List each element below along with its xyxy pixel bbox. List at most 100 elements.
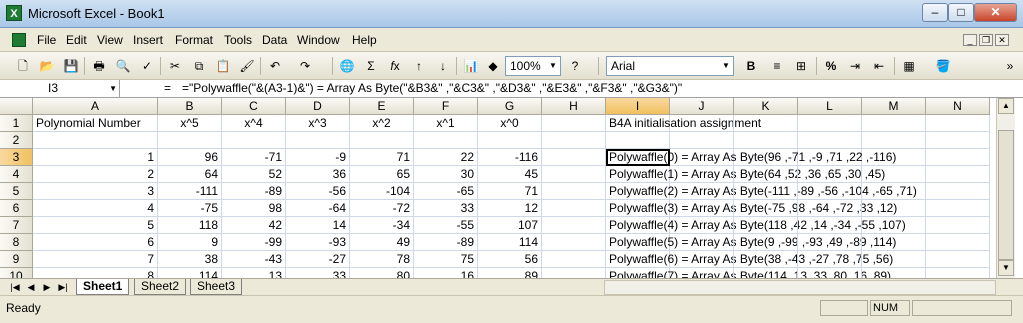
cell-c6[interactable]: 98 — [222, 200, 286, 217]
cell-g1[interactable]: x^0 — [478, 115, 542, 132]
cell-f9[interactable]: 75 — [414, 251, 478, 268]
cell-e9[interactable]: 78 — [350, 251, 414, 268]
save-icon[interactable]: 💾 — [62, 57, 80, 75]
toolbar-options-icon[interactable]: » — [1001, 57, 1019, 75]
cell-n9[interactable] — [926, 251, 990, 268]
cell-f5[interactable]: -65 — [414, 183, 478, 200]
column-header-m[interactable]: M — [862, 98, 926, 115]
cell-a5[interactable]: 3 — [33, 183, 158, 200]
cell-g8[interactable]: 114 — [478, 234, 542, 251]
cell-m7[interactable] — [862, 217, 926, 234]
minimize-button[interactable]: – — [922, 3, 948, 22]
cell-e7[interactable]: -34 — [350, 217, 414, 234]
cell-h1[interactable] — [542, 115, 606, 132]
cell-m6[interactable] — [862, 200, 926, 217]
cell-i9[interactable]: Polywaffle(6) = Array As Byte(38 ,-43 ,-… — [606, 251, 893, 268]
menu-insert[interactable]: Insert — [133, 33, 163, 47]
font-select[interactable]: Arial ▼ — [606, 56, 734, 76]
cell-f4[interactable]: 30 — [414, 166, 478, 183]
scroll-down-icon[interactable]: ▼ — [998, 260, 1014, 276]
cell-e8[interactable]: 49 — [350, 234, 414, 251]
workbook-icon[interactable] — [12, 33, 26, 47]
cell-g7[interactable]: 107 — [478, 217, 542, 234]
cell-i7[interactable]: Polywaffle(4) = Array As Byte(118 ,42 ,1… — [606, 217, 906, 234]
menu-tools[interactable]: Tools — [224, 33, 252, 47]
cell-d2[interactable] — [286, 132, 350, 149]
cell-i10[interactable]: Polywaffle(7) = Array As Byte(114 ,13 ,3… — [606, 268, 891, 278]
vertical-scrollbar[interactable]: ▲ ▼ — [996, 98, 1015, 278]
cell-j1[interactable] — [670, 115, 734, 132]
cell-h10[interactable] — [542, 268, 606, 278]
cell-c4[interactable]: 52 — [222, 166, 286, 183]
column-header-h[interactable]: H — [542, 98, 606, 115]
cell-a6[interactable]: 4 — [33, 200, 158, 217]
select-all-corner[interactable] — [0, 98, 33, 115]
cell-m9[interactable] — [862, 251, 926, 268]
cell-d10[interactable]: 33 — [286, 268, 350, 278]
column-header-b[interactable]: B — [158, 98, 222, 115]
cell-g2[interactable] — [478, 132, 542, 149]
increase-indent-icon[interactable]: ⇥ — [846, 57, 864, 75]
spelling-icon[interactable]: ✓ — [138, 57, 156, 75]
cell-c7[interactable]: 42 — [222, 217, 286, 234]
cell-f3[interactable]: 22 — [414, 149, 478, 166]
cell-f1[interactable]: x^1 — [414, 115, 478, 132]
cell-c10[interactable]: 13 — [222, 268, 286, 278]
cell-c8[interactable]: -99 — [222, 234, 286, 251]
cell-f6[interactable]: 33 — [414, 200, 478, 217]
chevron-down-icon[interactable]: ▼ — [719, 57, 733, 75]
row-header[interactable]: 8 — [0, 234, 33, 251]
cell-c2[interactable] — [222, 132, 286, 149]
cell-b7[interactable]: 118 — [158, 217, 222, 234]
cell-a3[interactable]: 1 — [33, 149, 158, 166]
cell-n1[interactable] — [926, 115, 990, 132]
cell-d3[interactable]: -9 — [286, 149, 350, 166]
cell-j6[interactable] — [670, 200, 734, 217]
cell-g6[interactable]: 12 — [478, 200, 542, 217]
cell-n3[interactable] — [926, 149, 990, 166]
cell-k8[interactable] — [734, 234, 798, 251]
cell-d7[interactable]: 14 — [286, 217, 350, 234]
cell-k9[interactable] — [734, 251, 798, 268]
scroll-up-icon[interactable]: ▲ — [998, 98, 1014, 114]
cell-d6[interactable]: -64 — [286, 200, 350, 217]
row-header[interactable]: 10 — [0, 268, 33, 278]
cell-i5[interactable]: Polywaffle(2) = Array As Byte(-111 ,-89 … — [606, 183, 917, 200]
menu-format[interactable]: Format — [175, 33, 213, 47]
cell-e4[interactable]: 65 — [350, 166, 414, 183]
cell-k6[interactable] — [734, 200, 798, 217]
cell-j10[interactable] — [670, 268, 734, 278]
close-button[interactable]: ✕ — [974, 3, 1017, 22]
cell-k2[interactable] — [734, 132, 798, 149]
row-header[interactable]: 4 — [0, 166, 33, 183]
cell-l10[interactable] — [798, 268, 862, 278]
chevron-down-icon[interactable]: ▼ — [546, 57, 560, 75]
column-header-a[interactable]: A — [33, 98, 158, 115]
cell-b5[interactable]: -111 — [158, 183, 222, 200]
excel-app-icon[interactable]: X — [6, 5, 22, 21]
cell-m10[interactable] — [862, 268, 926, 278]
cell-g10[interactable]: 89 — [478, 268, 542, 278]
cell-h3[interactable] — [542, 149, 606, 166]
cell-m4[interactable] — [862, 166, 926, 183]
cell-a2[interactable] — [33, 132, 158, 149]
cell-j9[interactable] — [670, 251, 734, 268]
cell-a1[interactable]: Polynomial Number — [33, 115, 158, 132]
cell-m2[interactable] — [862, 132, 926, 149]
cell-e3[interactable]: 71 — [350, 149, 414, 166]
cell-l7[interactable] — [798, 217, 862, 234]
cell-b3[interactable]: 96 — [158, 149, 222, 166]
column-header-n[interactable]: N — [926, 98, 990, 115]
prev-sheet-icon[interactable]: ◀ — [24, 280, 38, 294]
cell-g9[interactable]: 56 — [478, 251, 542, 268]
print-preview-icon[interactable]: 🔍 — [114, 57, 132, 75]
cell-c3[interactable]: -71 — [222, 149, 286, 166]
cell-b9[interactable]: 38 — [158, 251, 222, 268]
zoom-select[interactable]: 100% ▼ — [505, 56, 561, 76]
cell-k10[interactable] — [734, 268, 798, 278]
redo-icon[interactable]: ↷ — [296, 57, 314, 75]
chevron-down-icon[interactable]: ▼ — [109, 80, 117, 97]
row-header[interactable]: 3 — [0, 149, 33, 166]
cell-b6[interactable]: -75 — [158, 200, 222, 217]
cell-k1[interactable] — [734, 115, 798, 132]
